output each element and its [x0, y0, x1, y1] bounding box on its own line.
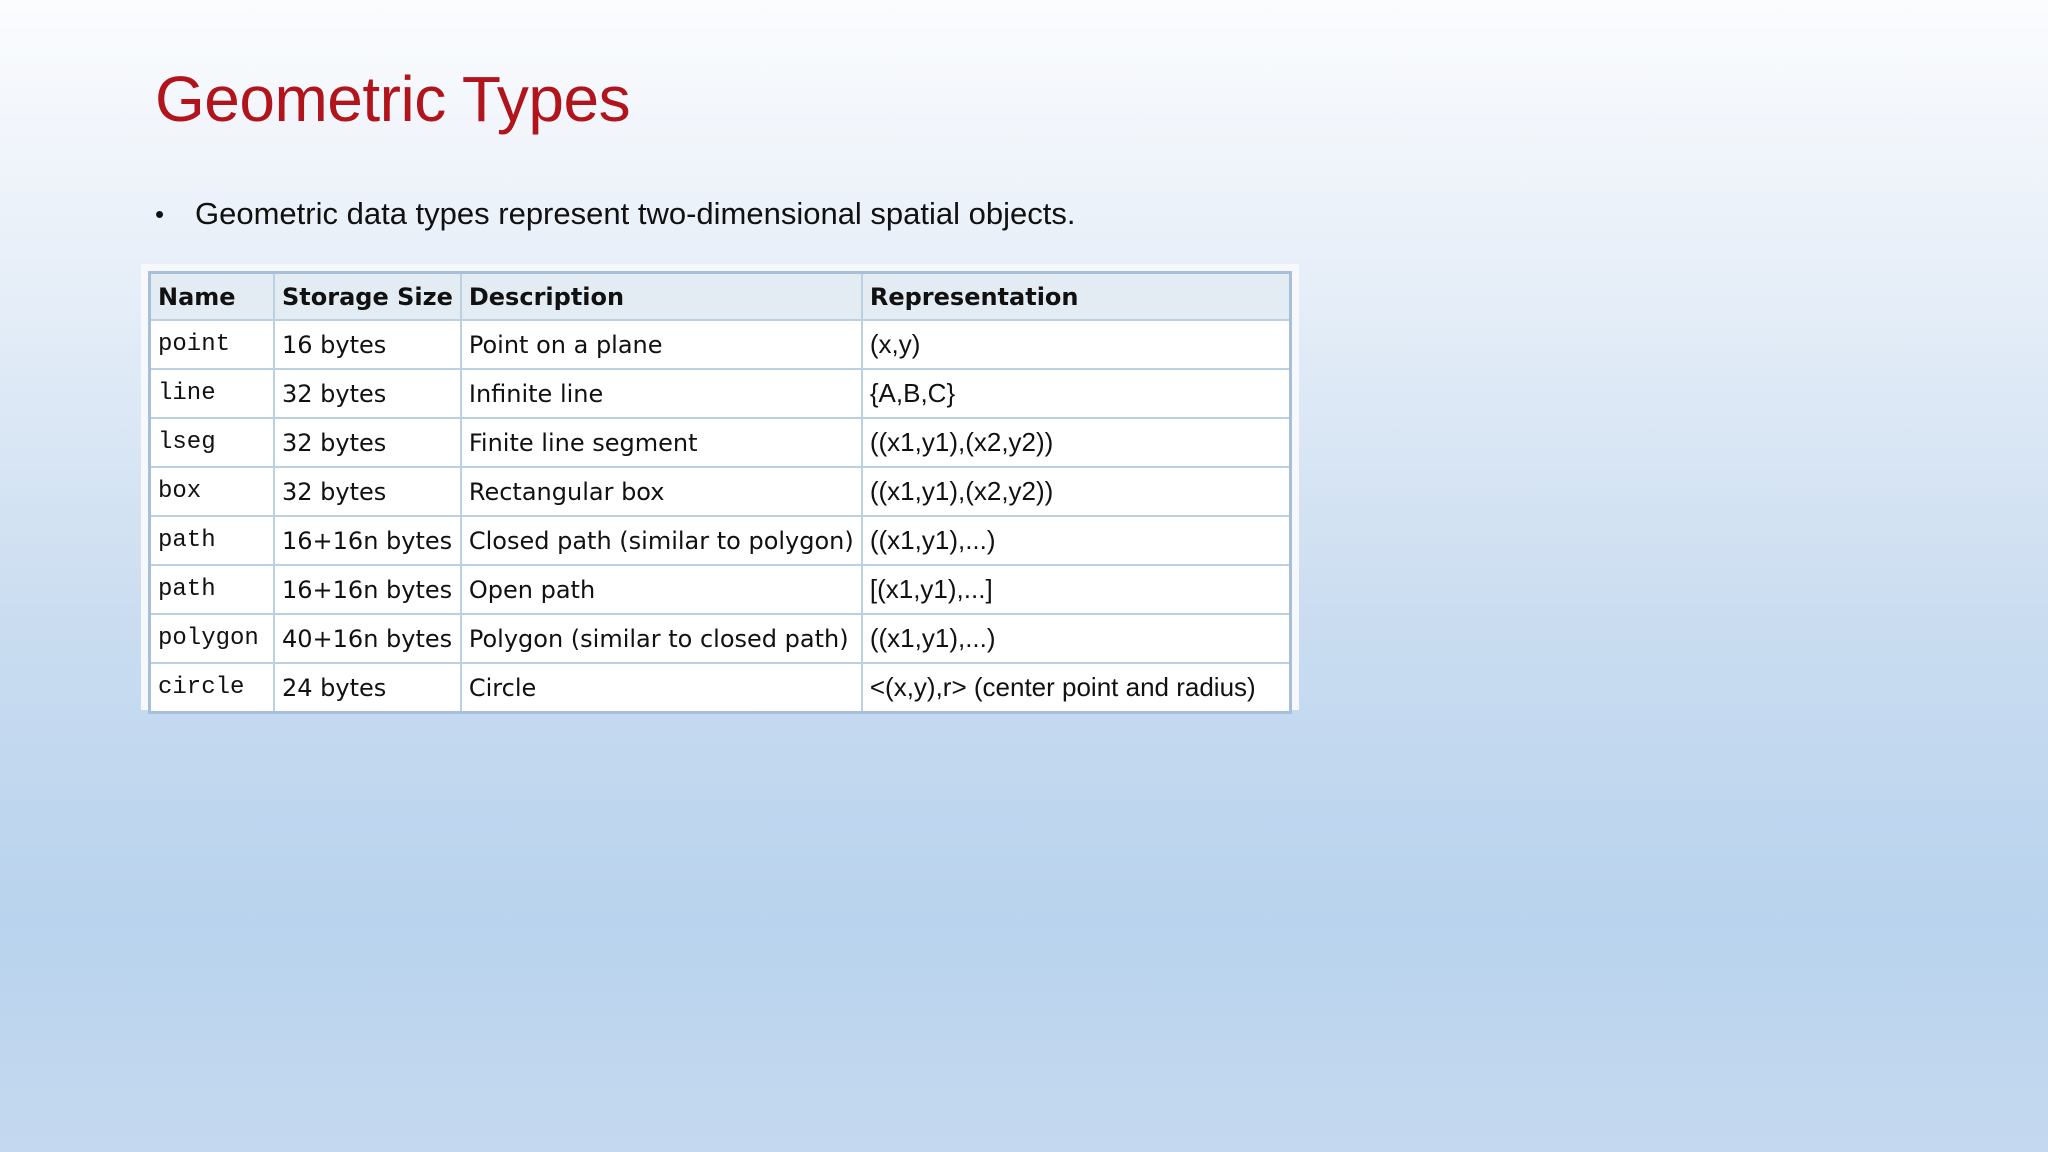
cell-description: Circle: [459, 662, 863, 714]
table-row: circle 24 bytes Circle <(x,y),r> (center…: [148, 662, 1292, 714]
cell-description: Infinite line: [459, 368, 863, 419]
table-row: path 16+16n bytes Closed path (similar t…: [148, 515, 1292, 566]
table-row: box 32 bytes Rectangular box ((x1,y1),(x…: [148, 466, 1292, 517]
geometric-types-table: Name Storage Size Description Representa…: [148, 271, 1292, 714]
slide: Geometric Types • Geometric data types r…: [0, 0, 2048, 1152]
cell-representation: [(x1,y1),...]: [860, 564, 1292, 615]
cell-name: path: [148, 564, 275, 615]
cell-name: point: [148, 319, 275, 370]
cell-size: 16 bytes: [273, 319, 462, 370]
cell-description: Rectangular box: [459, 466, 863, 517]
cell-name: polygon: [148, 613, 275, 664]
cell-representation: (x,y): [860, 319, 1292, 370]
cell-name: circle: [148, 662, 275, 714]
cell-representation: ((x1,y1),...): [860, 515, 1292, 566]
slide-title: Geometric Types: [155, 63, 631, 135]
table-frame: Name Storage Size Description Representa…: [141, 264, 1299, 714]
cell-name: box: [148, 466, 275, 517]
cell-size: 32 bytes: [273, 368, 462, 419]
cell-description: Closed path (similar to polygon): [459, 515, 863, 566]
cell-description: Finite line segment: [459, 417, 863, 468]
cell-description: Open path: [459, 564, 863, 615]
cell-size: 32 bytes: [273, 466, 462, 517]
cell-name: path: [148, 515, 275, 566]
cell-name: line: [148, 368, 275, 419]
header-name: Name: [148, 271, 275, 321]
table-header-row: Name Storage Size Description Representa…: [148, 271, 1292, 321]
bullet-item: • Geometric data types represent two-dim…: [155, 196, 1076, 232]
cell-description: Point on a plane: [459, 319, 863, 370]
cell-name: lseg: [148, 417, 275, 468]
cell-size: 16+16n bytes: [273, 515, 462, 566]
table-row: line 32 bytes Infinite line {A,B,C}: [148, 368, 1292, 419]
bullet-dot-icon: •: [155, 198, 165, 229]
cell-size: 32 bytes: [273, 417, 462, 468]
table-row: path 16+16n bytes Open path [(x1,y1),...…: [148, 564, 1292, 615]
cell-representation: ((x1,y1),(x2,y2)): [860, 417, 1292, 468]
header-description: Description: [459, 271, 863, 321]
table-row: lseg 32 bytes Finite line segment ((x1,y…: [148, 417, 1292, 468]
cell-size: 16+16n bytes: [273, 564, 462, 615]
table-row: polygon 40+16n bytes Polygon (similar to…: [148, 613, 1292, 664]
cell-representation: {A,B,C}: [860, 368, 1292, 419]
cell-representation: <(x,y),r> (center point and radius): [860, 662, 1292, 714]
cell-size: 24 bytes: [273, 662, 462, 714]
header-storage-size: Storage Size: [273, 271, 462, 321]
table-row: point 16 bytes Point on a plane (x,y): [148, 319, 1292, 370]
bullet-text: Geometric data types represent two-dimen…: [195, 196, 1076, 231]
cell-representation: ((x1,y1),(x2,y2)): [860, 466, 1292, 517]
cell-description: Polygon (similar to closed path): [459, 613, 863, 664]
cell-size: 40+16n bytes: [273, 613, 462, 664]
header-representation: Representation: [860, 271, 1292, 321]
cell-representation: ((x1,y1),...): [860, 613, 1292, 664]
